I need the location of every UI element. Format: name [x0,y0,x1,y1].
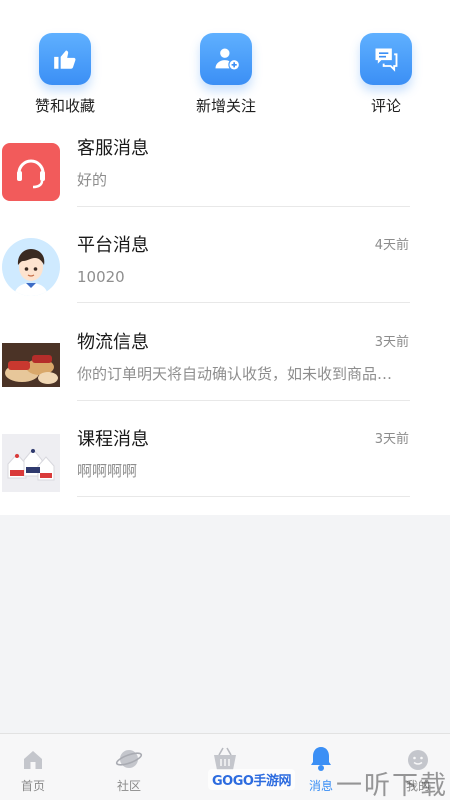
tab-label: 首页 [20,779,45,793]
bell-icon [286,742,356,772]
content-area: 赞和收藏 新增关注 评论 客服消息 好的 平台消息 4天前 10020 物流信息… [0,0,450,515]
bottom-nav: 首页 社区 消息 我的 [0,733,450,800]
divider [77,496,410,497]
course-photo [2,434,60,492]
basket-icon [190,742,260,772]
smile-icon [383,742,450,772]
message-time: 3天前 [374,432,409,447]
add-user-icon [200,33,252,85]
message-time: 4天前 [374,238,409,253]
tab-shop[interactable] [190,742,260,778]
comments-button[interactable]: 评论 [326,33,446,115]
headset-icon [17,159,45,189]
tab-mine[interactable]: 我的 [383,742,450,794]
comments-label: 评论 [370,97,401,115]
likes-favorites-label: 赞和收藏 [34,97,95,115]
message-preview: 啊啊啊啊 [77,462,138,480]
boy-avatar [2,238,60,296]
message-title: 物流信息 [77,332,149,353]
home-icon [0,742,68,772]
new-followers-label: 新增关注 [195,97,256,115]
list-item-platform[interactable]: 平台消息 4天前 10020 [0,234,450,331]
tab-label: 消息 [308,779,333,793]
message-title: 平台消息 [77,235,149,256]
list-item-service[interactable]: 客服消息 好的 [0,137,450,234]
message-preview: 10020 [77,268,125,286]
list-item-course[interactable]: 课程消息 3天前 啊啊啊啊 [0,428,450,525]
list-item-logistics[interactable]: 物流信息 3天前 你的订单明天将自动确认收货，如未收到商品请及时联系卖家 [0,331,450,428]
comment-icon [360,33,412,85]
message-title: 客服消息 [77,138,149,159]
tab-messages[interactable]: 消息 [286,742,356,794]
tab-label: 社区 [116,779,141,793]
likes-favorites-button[interactable]: 赞和收藏 [5,33,125,115]
tab-community[interactable]: 社区 [94,742,164,794]
logistics-photo [2,343,60,387]
divider [77,302,410,303]
message-preview: 好的 [77,171,108,189]
tab-label: 我的 [405,779,430,793]
divider [77,206,410,207]
divider [77,400,410,401]
message-preview: 你的订单明天将自动确认收货，如未收到商品请及时联系卖家 [77,365,407,383]
tab-home[interactable]: 首页 [0,742,68,794]
planet-icon [94,742,164,772]
headset-avatar [2,143,60,201]
message-time: 3天前 [374,335,409,350]
new-followers-button[interactable]: 新增关注 [166,33,286,115]
message-title: 课程消息 [77,429,149,450]
thumbs-up-icon [39,33,91,85]
